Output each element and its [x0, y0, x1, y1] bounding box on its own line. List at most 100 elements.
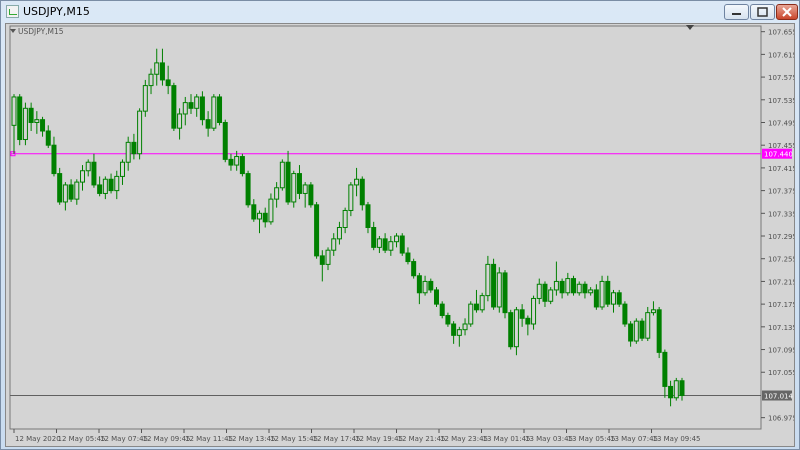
candle-body-bull	[62, 184, 68, 203]
candle-body-bull	[194, 96, 200, 109]
candle-body-bear	[433, 289, 439, 305]
candle-body-bull	[354, 178, 360, 186]
x-tick-label: 12 May 09:45	[143, 435, 191, 443]
candlestick-chart[interactable]: USDJPY,M15 107.655 107.615 107.575 107.535 10…	[6, 24, 797, 446]
candle-body-bear	[131, 141, 137, 155]
y-tick-label: 107.655	[768, 29, 794, 37]
candle-body-bear	[68, 184, 74, 200]
candle-body-bear	[108, 178, 114, 192]
candle-body-bear	[656, 309, 662, 353]
candle-body-bull	[85, 161, 91, 172]
x-tick-label: 13 May 05:45	[568, 435, 616, 443]
x-tick-label: 12 May 23:45	[440, 435, 488, 443]
candle-body-bear	[51, 144, 57, 175]
candle-body-bear	[262, 212, 268, 223]
candle-body-bear	[40, 119, 46, 132]
candle-body-bear	[314, 204, 320, 257]
candle-body-bear	[308, 184, 314, 206]
candle-body-bear	[319, 255, 325, 265]
maximize-button[interactable]	[750, 4, 775, 20]
candle-body-bear	[542, 283, 548, 302]
y-tick-label: 107.535	[768, 97, 794, 105]
candle-body-bull	[548, 289, 554, 302]
y-tick-label: 107.415	[768, 165, 794, 173]
maximize-icon	[757, 7, 768, 17]
candle-body-bear	[159, 62, 165, 81]
candle-body-bull	[462, 323, 468, 331]
window-title: USDJPY,M15	[23, 5, 90, 18]
chart-area[interactable]: USDJPY,M15 107.655 107.615 107.575 107.535 10…	[5, 23, 797, 447]
candle-body-bull	[182, 102, 188, 115]
candle-body-bull	[302, 184, 308, 194]
candle-body-bull	[633, 320, 639, 342]
candle-body-bull	[74, 181, 80, 200]
candle-body-bull	[576, 283, 582, 294]
candle-body-bull	[348, 184, 354, 211]
candle-body-bull	[456, 329, 462, 336]
y-tick-label: 107.095	[768, 347, 794, 355]
candle-body-bull	[610, 292, 616, 305]
candle-body-bear	[239, 156, 245, 175]
candle-body-bear	[251, 204, 257, 220]
candle-body-bear	[491, 263, 497, 308]
candle-body-bull	[479, 295, 485, 311]
close-icon	[782, 7, 792, 17]
y-tick-label: 107.375	[768, 188, 794, 196]
plot-frame	[9, 25, 762, 430]
candle-body-bear	[451, 323, 457, 336]
y-tick-label: 107.295	[768, 233, 794, 241]
candle-body-bull	[291, 173, 297, 203]
candle-body-bear	[519, 309, 525, 319]
candle-body-bull	[234, 156, 240, 166]
candle-body-bull	[34, 119, 40, 123]
candle-body-bear	[473, 303, 479, 311]
candle-body-bull	[22, 107, 28, 141]
candle-body-bull	[565, 278, 571, 294]
candle-body-bear	[668, 385, 674, 399]
candle-body-bull	[645, 312, 651, 339]
candle-body-bull	[599, 280, 605, 308]
candle-body-bear	[679, 380, 685, 397]
candle-body-bull	[422, 280, 428, 294]
x-tick-label: 12 May 2020	[15, 435, 61, 443]
candle-body-bull	[148, 73, 154, 87]
candle-body-bear	[97, 184, 103, 194]
candle-body-bull	[513, 309, 519, 348]
candle-body-bear	[439, 303, 445, 316]
close-button[interactable]	[776, 4, 798, 20]
candle-body-bull	[274, 187, 280, 200]
title-bar[interactable]: USDJPY,M15	[1, 1, 799, 23]
candle-body-bear	[616, 292, 622, 305]
candle-body-bear	[371, 227, 377, 248]
x-tick-label: 12 May 07:45	[100, 435, 148, 443]
candle-body-bull	[531, 297, 537, 325]
candle-body-bull	[331, 238, 337, 251]
candle-body-bull	[177, 113, 183, 129]
x-tick-label: 12 May 19:45	[355, 435, 403, 443]
candle-body-bear	[428, 280, 434, 291]
y-tick-label: 107.055	[768, 369, 794, 377]
x-tick-label: 13 May 01:45	[483, 435, 531, 443]
candle-body-bull	[342, 209, 348, 229]
candle-body-bear	[559, 280, 565, 294]
x-tick-label: 12 May 13:45	[228, 435, 276, 443]
candle-body-bear	[188, 102, 194, 109]
candle-body-bear	[571, 278, 577, 294]
candle-body-bull	[673, 380, 679, 399]
x-tick-label: 12 May 15:45	[270, 435, 318, 443]
x-tick-label: 13 May 09:45	[653, 435, 701, 443]
candle-body-bear	[605, 280, 611, 305]
candle-body-bear	[405, 252, 411, 263]
candle-body-bear	[359, 178, 365, 206]
candle-body-bull	[468, 303, 474, 325]
candle-body-bull	[279, 161, 285, 189]
candle-body-bull	[257, 212, 263, 220]
candle-body-bear	[245, 173, 251, 206]
current-price-label: 107.014	[764, 393, 793, 401]
x-tick-label: 12 May 17:45	[313, 435, 361, 443]
y-tick-label: 107.135	[768, 324, 794, 332]
candle-body-bull	[142, 85, 148, 112]
minimize-button[interactable]	[724, 4, 749, 20]
y-tick-label: 107.575	[768, 74, 794, 82]
x-tick-label: 12 May 05:45	[58, 435, 106, 443]
